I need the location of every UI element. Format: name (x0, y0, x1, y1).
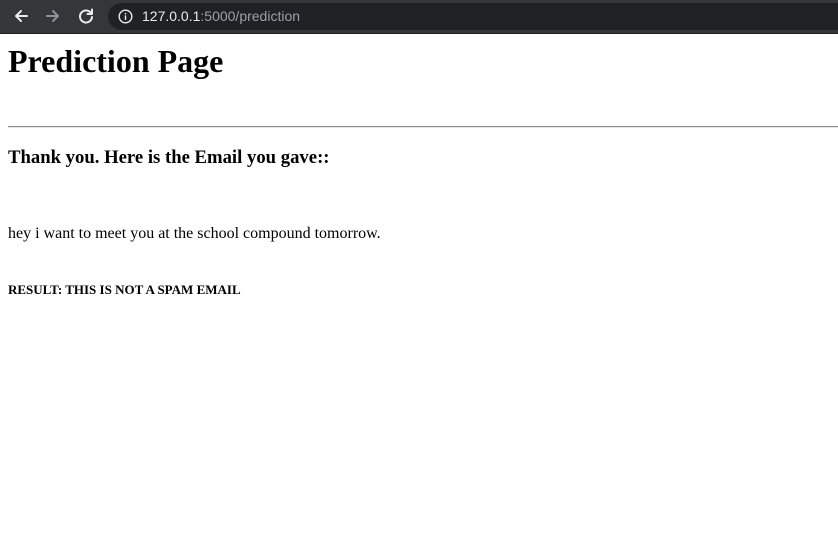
page-title: Prediction Page (8, 43, 224, 79)
arrow-right-icon (46, 10, 59, 22)
divider (8, 126, 838, 128)
arrow-left-icon (15, 10, 28, 22)
back-button[interactable] (9, 4, 33, 28)
thanks-heading: Thank you. Here is the Email you gave:: (8, 147, 330, 168)
url-path: :5000/prediction (200, 8, 301, 24)
address-bar[interactable]: 127.0.0.1:5000/prediction (108, 3, 838, 30)
browser-toolbar: 127.0.0.1:5000/prediction (0, 0, 838, 34)
page-content: Prediction Page Thank you. Here is the E… (0, 34, 838, 543)
url-text[interactable]: 127.0.0.1:5000/prediction (142, 8, 300, 25)
reload-icon (79, 8, 93, 24)
email-text: hey i want to meet you at the school com… (8, 225, 381, 242)
reload-button[interactable] (74, 4, 98, 28)
result-text: RESULT: THIS IS NOT A SPAM EMAIL (8, 282, 241, 297)
url-host: 127.0.0.1 (142, 8, 201, 24)
forward-button[interactable] (41, 4, 65, 28)
info-icon[interactable] (118, 9, 133, 24)
